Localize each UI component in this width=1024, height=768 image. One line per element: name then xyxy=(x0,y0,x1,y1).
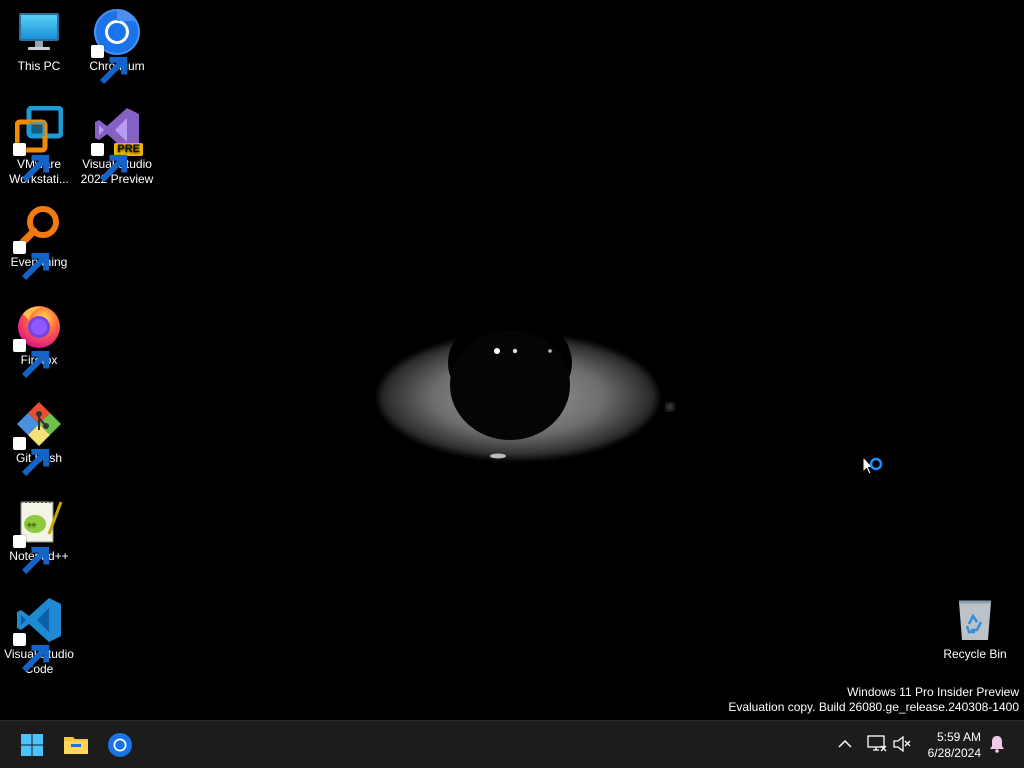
chromium-icon xyxy=(108,733,132,757)
taskbar: 5:59 AM 6/28/2024 xyxy=(0,720,1024,768)
network-status-button[interactable] xyxy=(866,733,888,755)
desktop-icon-chromium[interactable]: Chromium xyxy=(78,8,156,85)
desktop-icon-everything[interactable]: Everything xyxy=(0,204,78,281)
vmware-icon xyxy=(13,106,63,183)
taskbar-file-explorer-button[interactable] xyxy=(56,725,96,765)
chevron-up-icon xyxy=(838,739,852,748)
desktop-icon-visual-studio[interactable]: PRE Visual Studio 2022 Preview xyxy=(78,106,156,187)
shortcut-arrow-icon xyxy=(13,437,50,477)
everything-search-icon xyxy=(13,204,63,281)
volume-button[interactable] xyxy=(891,733,913,755)
desktop-icon-this-pc[interactable]: This PC xyxy=(0,8,78,74)
network-disconnected-icon xyxy=(867,735,887,752)
desktop-icon-vscode[interactable]: Visual Studio Code xyxy=(0,596,78,677)
file-explorer-icon xyxy=(64,737,88,754)
desktop-icon-notepad-plus-plus[interactable]: ++ Notepad++ xyxy=(0,498,78,575)
vscode-icon xyxy=(13,596,63,673)
taskbar-chromium-button[interactable] xyxy=(100,725,140,765)
watermark-build: Evaluation copy. Build 26080.ge_release.… xyxy=(728,700,1019,714)
show-hidden-icons-button[interactable] xyxy=(834,733,856,755)
shortcut-arrow-icon xyxy=(13,535,50,575)
shortcut-arrow-icon xyxy=(13,633,50,673)
this-pc-icon xyxy=(15,8,63,56)
busy-cursor-icon xyxy=(862,456,883,475)
chromium-icon xyxy=(91,8,141,85)
recycle-bin-icon xyxy=(951,596,999,644)
desktop-icon-firefox[interactable]: Firefox xyxy=(0,302,78,379)
desktop-icon-vmware[interactable]: VMware Workstati... xyxy=(0,106,78,187)
shortcut-arrow-icon xyxy=(91,45,128,85)
notification-center-button[interactable] xyxy=(986,733,1008,755)
desktop-icon-label: Recycle Bin xyxy=(943,647,1007,661)
wallpaper-eye-image xyxy=(378,313,674,459)
start-button[interactable] xyxy=(12,725,52,765)
desktop-icon-label: This PC xyxy=(17,59,61,73)
desktop-icon-git-bash[interactable]: Git Bash xyxy=(0,400,78,477)
desktop[interactable]: This PC Chromium VMware Workstati... PRE… xyxy=(0,0,1024,720)
notepad-plus-plus-icon: ++ xyxy=(13,498,63,575)
shortcut-arrow-icon xyxy=(13,143,50,183)
watermark-edition: Windows 11 Pro Insider Preview xyxy=(847,685,1019,699)
visual-studio-icon: PRE xyxy=(91,106,143,183)
desktop-icon-recycle-bin[interactable]: Recycle Bin xyxy=(936,596,1014,662)
windows-watermark: Windows 11 Pro Insider Preview Evaluatio… xyxy=(728,685,1019,715)
git-bash-icon xyxy=(13,400,63,477)
firefox-icon xyxy=(13,302,63,379)
shortcut-arrow-icon xyxy=(13,339,50,379)
windows-start-icon xyxy=(21,734,43,756)
volume-muted-icon xyxy=(893,735,911,753)
shortcut-arrow-icon xyxy=(91,143,128,183)
clock-time: 5:59 AM xyxy=(936,730,981,744)
svg-text:++: ++ xyxy=(27,520,37,529)
taskbar-clock[interactable]: 5:59 AM 6/28/2024 xyxy=(928,729,981,761)
shortcut-arrow-icon xyxy=(13,241,50,281)
clock-date: 6/28/2024 xyxy=(927,746,981,760)
bell-icon xyxy=(990,736,1004,753)
